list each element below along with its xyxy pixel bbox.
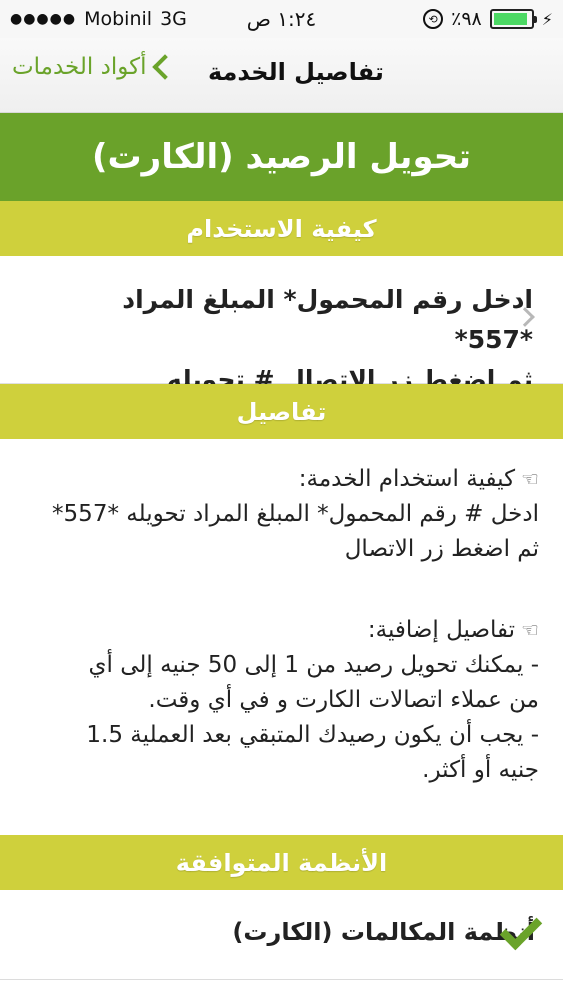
- details-section-label: تفاصيل: [236, 397, 327, 426]
- status-bar: ●●●●● Mobinil 3G ١:٢٤ ص ⟲ ٪٩٨ ⚡: [0, 0, 563, 38]
- network-type: 3G: [160, 8, 187, 30]
- how-line-1: ادخل # رقم المحمول* المبلغ المراد تحويله…: [52, 501, 539, 527]
- compatible-system-label: أنظمة المكالمات (الكارت): [232, 918, 535, 946]
- extra-line-1: - يمكنك تحويل رصيد من 1 إلى 50 جنيه إلى …: [88, 652, 539, 678]
- charging-icon: ⚡: [541, 9, 553, 29]
- signal-icon: ●●●●●: [10, 11, 77, 27]
- usage-code-row[interactable]: ادخل رقم المحمول* المبلغ المراد *557* ثم…: [0, 256, 563, 394]
- battery-percent: ٪٩٨: [451, 8, 482, 30]
- back-label: أكواد الخدمات: [12, 54, 147, 80]
- extra-title: تفاصيل إضافية:: [367, 617, 516, 643]
- how-title-line: ☜كيفية استخدام الخدمة:: [19, 462, 539, 497]
- carrier-name: Mobinil: [84, 8, 153, 30]
- extra-line-2: من عملاء اتصالات الكارت و في أي وقت.: [148, 687, 539, 713]
- compatible-system-row[interactable]: أنظمة المكالمات (الكارت): [0, 890, 563, 980]
- pointing-hand-icon: ☜: [521, 467, 539, 491]
- how-line-2: ثم اضغط زر الاتصال: [344, 536, 539, 562]
- service-title: تحويل الرصيد (الكارت): [91, 137, 472, 177]
- details-content: ☜كيفية استخدام الخدمة: ادخل # رقم المحمو…: [19, 462, 539, 788]
- details-section-header: تفاصيل: [0, 384, 563, 439]
- service-title-header: تحويل الرصيد (الكارت): [0, 113, 563, 201]
- rotation-lock-icon: ⟲: [423, 9, 444, 29]
- extra-line-3: - يجب أن يكون رصيدك المتبقي بعد العملية …: [86, 722, 539, 748]
- extra-line-4: جنيه أو أكثر.: [422, 757, 539, 783]
- usage-section-header: كيفية الاستخدام: [0, 201, 563, 256]
- status-left: ●●●●● Mobinil 3G: [10, 8, 187, 30]
- status-right: ⟲ ٪٩٨ ⚡: [423, 8, 553, 30]
- chevron-left-icon: [152, 54, 179, 80]
- extra-title-line: ☜تفاصيل إضافية:: [19, 613, 539, 648]
- battery-icon: [489, 9, 537, 29]
- navigation-bar: أكواد الخدمات تفاصيل الخدمة: [0, 38, 563, 113]
- usage-line-1: ادخل رقم المحمول* المبلغ المراد *557*: [122, 285, 533, 354]
- usage-section-label: كيفية الاستخدام: [186, 214, 377, 243]
- page-title: تفاصيل الخدمة: [208, 58, 384, 86]
- systems-section-label: الأنظمة المتوافقة: [175, 848, 388, 877]
- how-title: كيفية استخدام الخدمة:: [298, 466, 516, 492]
- back-button[interactable]: أكواد الخدمات: [12, 54, 179, 80]
- systems-section-header: الأنظمة المتوافقة: [0, 835, 563, 890]
- usage-code-text: ادخل رقم المحمول* المبلغ المراد *557* ثم…: [63, 280, 533, 400]
- pointing-hand-icon: ☜: [521, 618, 539, 642]
